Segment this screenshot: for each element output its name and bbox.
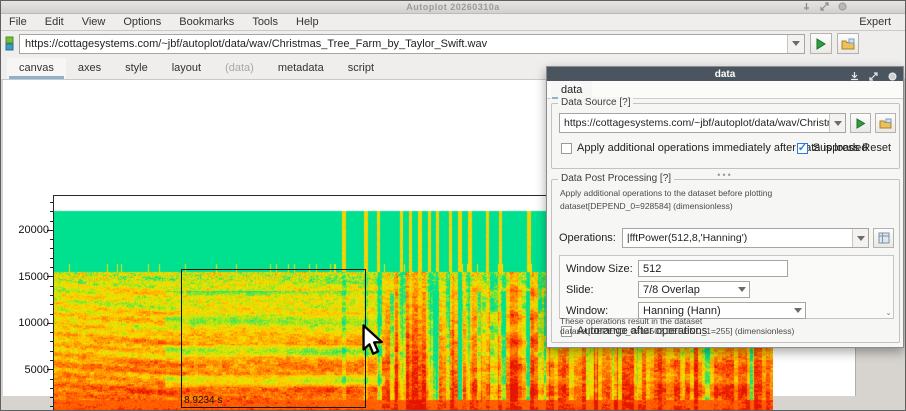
main-tab[interactable]: script (336, 58, 386, 79)
y-axis-minor-tick (50, 397, 53, 398)
suppress-reset-checkbox[interactable] (797, 143, 808, 154)
dialog-titlebar[interactable]: data (547, 67, 903, 81)
datasource-type-icon (5, 36, 15, 52)
menu-item[interactable]: Options (123, 16, 161, 28)
play-icon (855, 118, 866, 129)
y-axis-minor-tick (50, 295, 53, 296)
main-tab[interactable]: metadata (266, 58, 336, 79)
y-axis-minor-tick (50, 239, 53, 240)
pin-icon[interactable] (802, 2, 811, 11)
selection-width-label: 8.9234 s (184, 395, 222, 406)
main-tab[interactable]: style (113, 58, 160, 79)
y-axis-minor-tick (50, 248, 53, 249)
url-field[interactable]: https://cottagesystems.com/~jbf/autoplot… (19, 34, 805, 54)
post-processing-group: Data Post Processing [?] Apply additiona… (551, 179, 900, 343)
app-titlebar: Autoplot 20260310a (1, 1, 905, 14)
window-size-input[interactable]: 512 (638, 260, 788, 277)
window-size-label: Window Size: (566, 263, 638, 275)
operations-dropdown[interactable] (852, 229, 868, 247)
y-axis-tick-label: 5000 (5, 364, 49, 376)
y-axis-minor-tick (50, 258, 53, 259)
main-tab[interactable]: canvas (7, 58, 66, 79)
main-tab[interactable]: (data) (213, 58, 266, 79)
y-axis-minor-tick (50, 211, 53, 212)
result-dataset-label: dataset[DEPEND_0=14502,DEPEND_1=255] (di… (560, 326, 794, 336)
y-axis-minor-tick (50, 202, 53, 203)
data-source-legend: Data Source [?] (558, 97, 633, 108)
slide-select[interactable]: 7/8 Overlap (638, 281, 750, 298)
app-title: Autoplot 20260310a (1, 2, 905, 12)
slide-label: Slide: (566, 284, 638, 296)
y-axis-minor-tick (50, 341, 53, 342)
y-axis-minor-tick (50, 221, 53, 222)
menu-items: File Edit View Options Bookmarks Tools Help (9, 16, 319, 28)
url-text[interactable]: https://cottagesystems.com/~jbf/autoplot… (20, 38, 787, 50)
menubar: File Edit View Options Bookmarks Tools Help Ex… (1, 14, 905, 31)
y-axis-minor-tick (50, 286, 53, 287)
url-dropdown-button[interactable] (787, 35, 804, 53)
go-button[interactable] (810, 33, 832, 54)
menu-item[interactable]: View (82, 16, 106, 28)
y-axis-minor-tick (50, 379, 53, 380)
address-bar: https://cottagesystems.com/~jbf/autoplot… (1, 31, 905, 56)
filter-table-icon (878, 232, 890, 244)
dialog-url-text[interactable]: https://cottagesystems.com/~jbf/autoplot… (560, 117, 829, 129)
post-processing-description: Apply additional operations to the datas… (560, 188, 772, 198)
main-tab[interactable]: axes (66, 58, 113, 79)
y-axis-minor-tick (50, 360, 53, 361)
menu-item[interactable]: Help (296, 16, 319, 28)
close-icon[interactable] (838, 2, 847, 11)
chevron-down-icon (791, 303, 805, 318)
chevron-down-icon (857, 236, 865, 241)
y-axis-tick-label: 10000 (5, 317, 49, 329)
folder-icon (841, 38, 855, 50)
y-axis-minor-tick (50, 314, 53, 315)
y-axis-minor-tick (50, 332, 53, 333)
operations-combo[interactable]: |fftPower(512,8,'Hanning') (622, 228, 869, 248)
chevron-down-icon (792, 41, 800, 46)
folder-icon (879, 118, 892, 129)
mouse-cursor (360, 324, 386, 356)
y-axis-minor-tick (50, 406, 53, 407)
chevron-down-icon (735, 282, 749, 297)
result-text: These operations result in the dataset (560, 316, 702, 326)
restore-icon[interactable] (820, 2, 829, 11)
menu-item[interactable]: Tools (252, 16, 278, 28)
input-dataset-label: dataset[DEPEND_0=928584] (dimensionless) (560, 201, 733, 211)
scroll-down-icon[interactable]: ⌄ (885, 309, 892, 317)
menu-item[interactable]: File (9, 16, 27, 28)
dialog-open-file-button[interactable] (875, 113, 896, 133)
expert-mode-label[interactable]: Expert (859, 16, 897, 28)
menu-item[interactable]: Edit (45, 16, 64, 28)
y-axis-minor-tick (50, 267, 53, 268)
main-tab[interactable]: layout (160, 58, 213, 79)
y-axis-minor-tick (50, 351, 53, 352)
y-axis-minor-tick (50, 388, 53, 389)
operations-editor-button[interactable] (873, 228, 894, 248)
play-icon (815, 38, 827, 50)
open-file-button[interactable] (837, 33, 859, 54)
data-dialog: data data Data Source [?] https://cottag… (546, 66, 904, 348)
window-label: Window: (566, 305, 638, 317)
operations-label: Operations: (559, 232, 616, 244)
suppress-reset-label: Suppress Reset (813, 142, 891, 154)
chevron-down-icon (834, 121, 842, 126)
autoplot-window: Autoplot 20260310a File Edit View Options Bo… (0, 0, 906, 411)
data-source-group: Data Source [?] https://cottagesystems.c… (551, 103, 900, 169)
dialog-url-combo[interactable]: https://cottagesystems.com/~jbf/autoplot… (559, 113, 846, 133)
y-axis-minor-tick (50, 304, 53, 305)
url-combo-dropdown[interactable] (829, 114, 845, 132)
operations-value[interactable]: |fftPower(512,8,'Hanning') (623, 232, 852, 244)
post-processing-legend: Data Post Processing [?] (558, 173, 674, 184)
selection-box[interactable]: 8.9234 s (181, 269, 366, 408)
dialog-go-button[interactable] (850, 113, 871, 133)
apply-immediately-checkbox[interactable] (561, 143, 572, 154)
menu-item[interactable]: Bookmarks (179, 16, 234, 28)
operation-editor-panel: Window Size: 512 Slide: 7/8 Overlap Wind… (559, 255, 894, 319)
y-axis-tick-label: 20000 (5, 224, 49, 236)
y-axis-tick-label: 15000 (5, 271, 49, 283)
